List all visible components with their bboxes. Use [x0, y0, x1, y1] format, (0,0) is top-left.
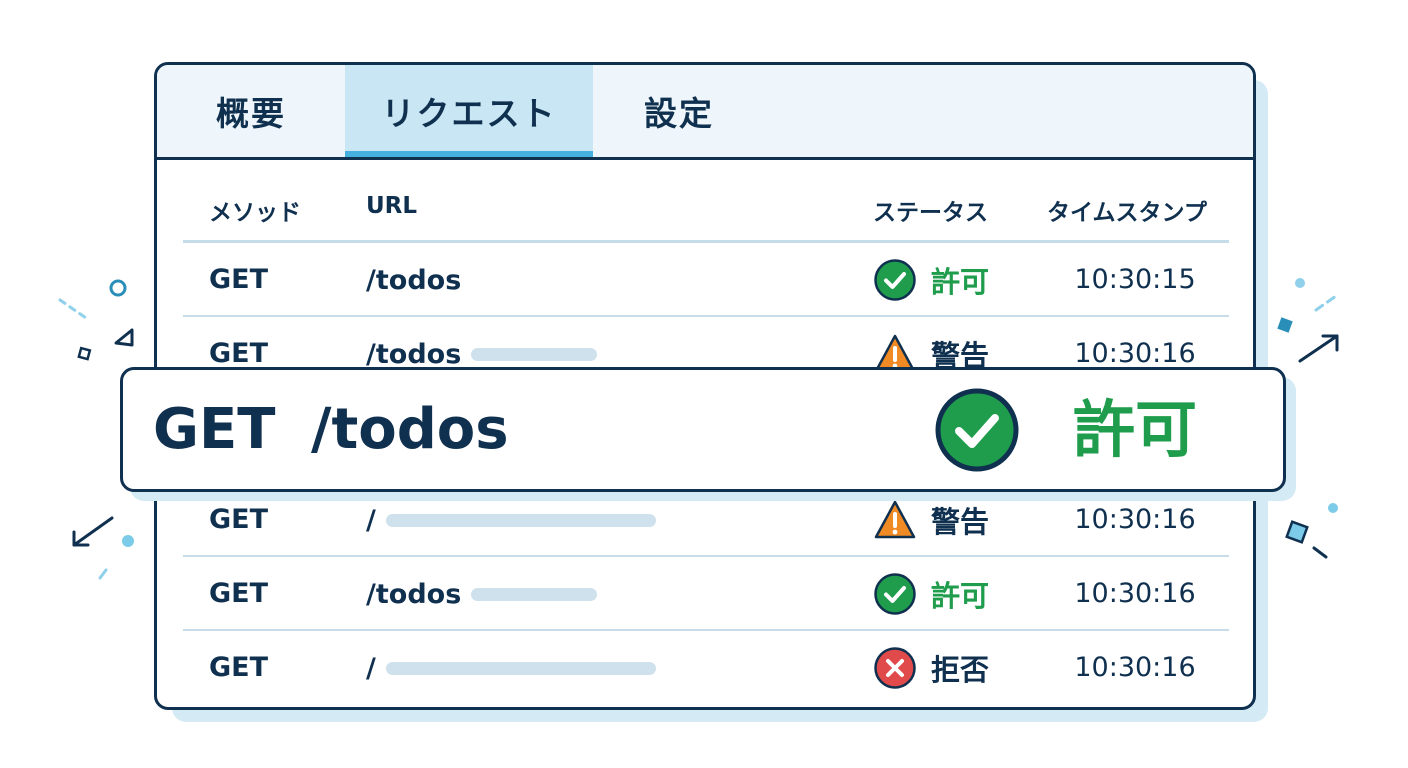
row-timestamp: 10:30:15: [1074, 264, 1196, 295]
row-status-label: 許可: [931, 265, 990, 299]
table-row[interactable]: GET/todos 許可 10:30:16: [157, 557, 1253, 631]
row-url-cell: /: [366, 631, 656, 705]
row-method: GET: [209, 652, 269, 683]
row-url: /todos: [366, 264, 462, 296]
url-truncation-bar: [471, 347, 598, 361]
tab-bar: 概要 リクエスト 設定: [157, 65, 1253, 160]
row-status: 拒否: [873, 631, 989, 705]
tab-settings[interactable]: 設定: [593, 65, 765, 157]
tab-requests[interactable]: リクエスト: [345, 65, 593, 157]
check-circle-icon: [873, 572, 917, 616]
highlight-status-label: 許可: [1073, 393, 1198, 466]
url-truncation-bar: [471, 587, 598, 601]
column-header-method[interactable]: メソッド: [209, 193, 301, 227]
row-timestamp: 10:30:16: [1074, 578, 1196, 609]
column-header-url[interactable]: URL: [366, 193, 417, 219]
highlight-url: /todos: [311, 397, 509, 462]
url-truncation-bar: [385, 661, 656, 675]
highlighted-request-callout: GET /todos 許可: [120, 367, 1286, 492]
table-row[interactable]: GET / 拒否 10:30:16: [157, 631, 1253, 705]
check-circle-icon: [933, 386, 1021, 474]
table-row[interactable]: GET/todos 許可 10:30:15: [157, 243, 1253, 317]
row-timestamp: 10:30:16: [1074, 652, 1196, 683]
url-truncation-bar: [385, 513, 656, 527]
row-url: /: [366, 504, 376, 536]
row-status-label: 許可: [931, 579, 990, 613]
row-status-label: 拒否: [931, 653, 990, 687]
highlight-method: GET: [153, 397, 276, 462]
row-status-label: 警告: [931, 505, 990, 539]
row-status: 許可: [873, 557, 989, 631]
row-url-cell: /todos: [366, 243, 461, 317]
x-circle-icon: [873, 646, 917, 690]
row-url: /todos: [366, 338, 462, 370]
column-header-status[interactable]: ステータス: [873, 193, 988, 227]
row-url: /: [366, 652, 376, 684]
row-method: GET: [209, 578, 269, 609]
tab-overview[interactable]: 概要: [157, 65, 345, 157]
check-circle-icon: [873, 258, 917, 302]
row-url: /todos: [366, 578, 462, 610]
row-url-cell: /todos: [366, 557, 598, 631]
row-method: GET: [209, 264, 269, 295]
warning-triangle-icon: [873, 498, 917, 542]
row-status: 許可: [873, 243, 989, 317]
column-header-timestamp[interactable]: タイムスタンプ: [1047, 193, 1207, 227]
